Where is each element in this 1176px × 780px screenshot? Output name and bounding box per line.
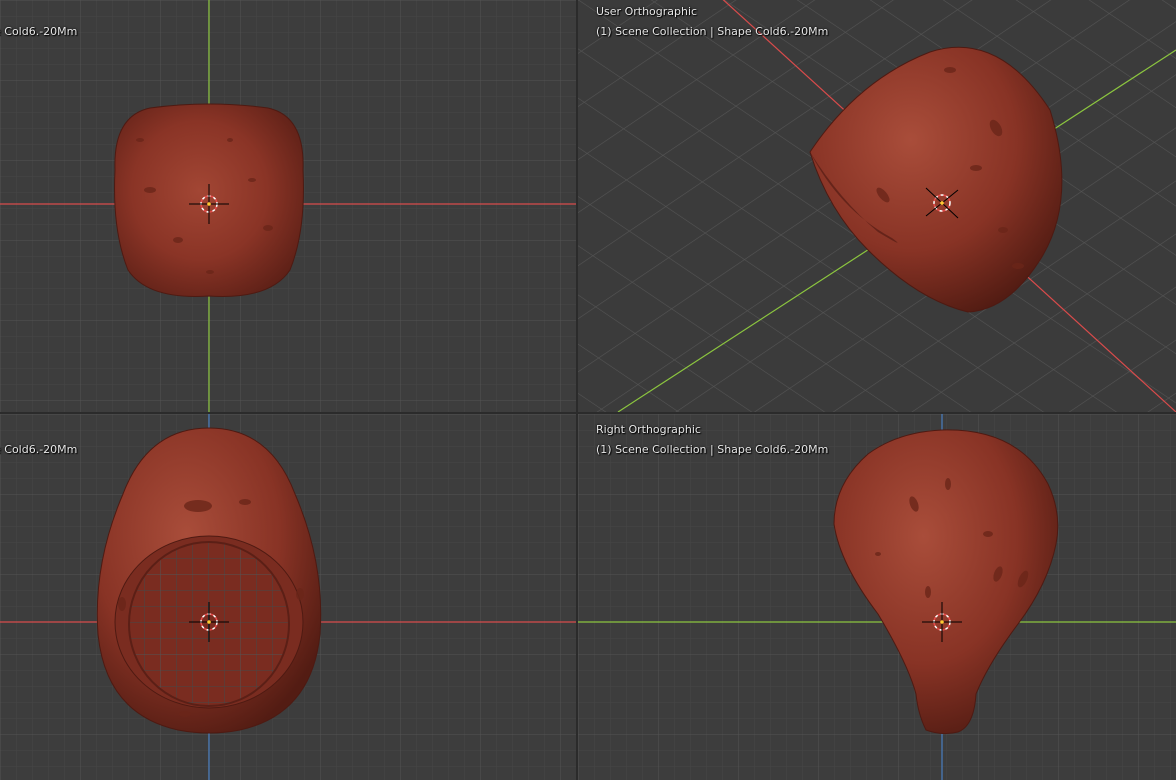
viewport-title: Right Orthographic xyxy=(596,423,701,436)
viewport-bottom-left[interactable]: e Cold6.-20Mm xyxy=(0,414,576,780)
viewport-title: User Orthographic xyxy=(596,5,698,18)
viewport-canvas xyxy=(0,0,576,412)
viewport-bottom-right[interactable]: Right Orthographic (1) Scene Collection … xyxy=(578,414,1176,780)
viewport-canvas xyxy=(0,414,576,780)
viewport-info: (1) Scene Collection | Shape Cold6.-20Mm xyxy=(596,443,829,456)
viewport-top-right[interactable]: User Orthographic (1) Scene Collection |… xyxy=(578,0,1176,412)
viewport-info: e Cold6.-20Mm xyxy=(0,443,78,456)
viewport-info: e Cold6.-20Mm xyxy=(0,25,78,38)
viewport-top-left[interactable]: e Cold6.-20Mm xyxy=(0,0,576,412)
viewport-canvas xyxy=(578,0,1176,412)
viewport-canvas xyxy=(578,414,1176,780)
viewport-info: (1) Scene Collection | Shape Cold6.-20Mm xyxy=(596,25,829,38)
